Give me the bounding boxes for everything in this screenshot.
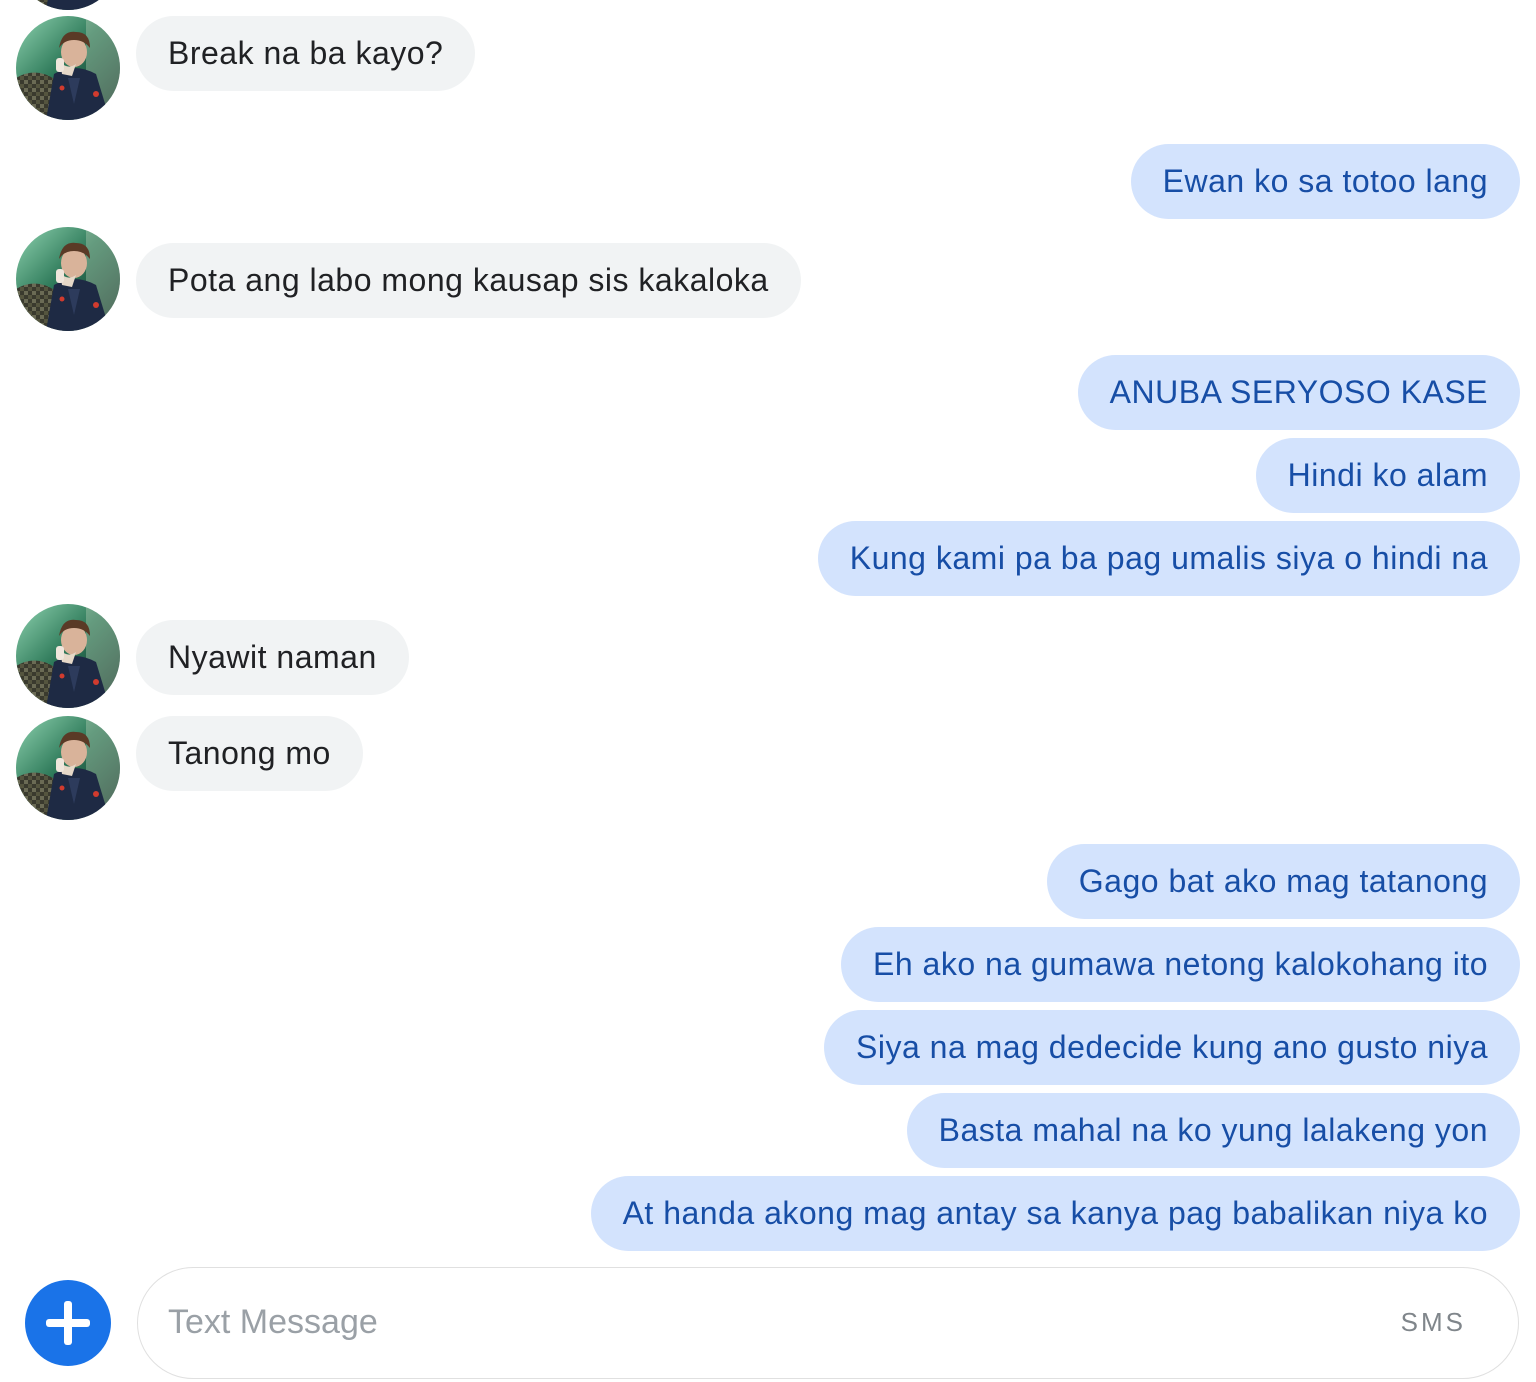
message-text: Eh ako na gumawa netong kalokohang ito: [873, 946, 1488, 982]
message-text: Nyawit naman: [168, 639, 377, 675]
message-text: Siya na mag dedecide kung ano gusto niya: [856, 1029, 1488, 1065]
add-attachment-button[interactable]: [25, 1280, 111, 1366]
message-text: Hindi ko alam: [1287, 457, 1488, 493]
message-text: Break na ba kayo?: [168, 35, 444, 71]
outgoing-message-bubble[interactable]: Ewan ko sa totoo lang: [1130, 144, 1520, 219]
outgoing-message-bubble[interactable]: Siya na mag dedecide kung ano gusto niya: [824, 1010, 1520, 1085]
message-input-container[interactable]: SMS: [137, 1267, 1519, 1379]
contact-avatar[interactable]: [16, 0, 120, 10]
outgoing-message-bubble[interactable]: Hindi ko alam: [1255, 438, 1520, 513]
outgoing-message-bubble[interactable]: Kung kami pa ba pag umalis siya o hindi …: [817, 521, 1520, 596]
outgoing-message-bubble[interactable]: At handa akong mag antay sa kanya pag ba…: [590, 1176, 1520, 1251]
incoming-message-bubble[interactable]: Nyawit naman: [136, 620, 409, 695]
incoming-message-bubble[interactable]: Tanong mo: [136, 716, 363, 791]
message-text: Pota ang labo mong kausap sis kakaloka: [168, 262, 769, 298]
outgoing-message-bubble[interactable]: Basta mahal na ko yung lalakeng yon: [906, 1093, 1520, 1168]
message-text: Gago bat ako mag tatanong: [1078, 863, 1488, 899]
message-text: Ewan ko sa totoo lang: [1162, 163, 1488, 199]
outgoing-message-bubble[interactable]: Eh ako na gumawa netong kalokohang ito: [841, 927, 1520, 1002]
compose-bar: SMS: [0, 1262, 1536, 1382]
contact-avatar[interactable]: [16, 716, 120, 820]
contact-avatar[interactable]: [16, 227, 120, 331]
send-mode-label: SMS: [1400, 1307, 1466, 1337]
message-text: Basta mahal na ko yung lalakeng yon: [938, 1112, 1488, 1148]
message-text: ANUBA SERYOSO KASE: [1109, 374, 1488, 410]
message-text: At handa akong mag antay sa kanya pag ba…: [622, 1195, 1488, 1231]
message-text: Kung kami pa ba pag umalis siya o hindi …: [849, 540, 1488, 576]
message-text: Tanong mo: [168, 735, 331, 771]
outgoing-message-bubble[interactable]: Gago bat ako mag tatanong: [1046, 844, 1520, 919]
contact-avatar[interactable]: [16, 16, 120, 120]
text-message-input[interactable]: [168, 1268, 1348, 1377]
contact-avatar[interactable]: [16, 604, 120, 708]
outgoing-message-bubble[interactable]: ANUBA SERYOSO KASE: [1077, 355, 1520, 430]
conversation-screen: Break na ba kayo? Ewan ko sa totoo lang …: [0, 0, 1536, 1382]
incoming-message-bubble[interactable]: Pota ang labo mong kausap sis kakaloka: [136, 243, 801, 318]
incoming-message-bubble[interactable]: Break na ba kayo?: [136, 16, 476, 91]
